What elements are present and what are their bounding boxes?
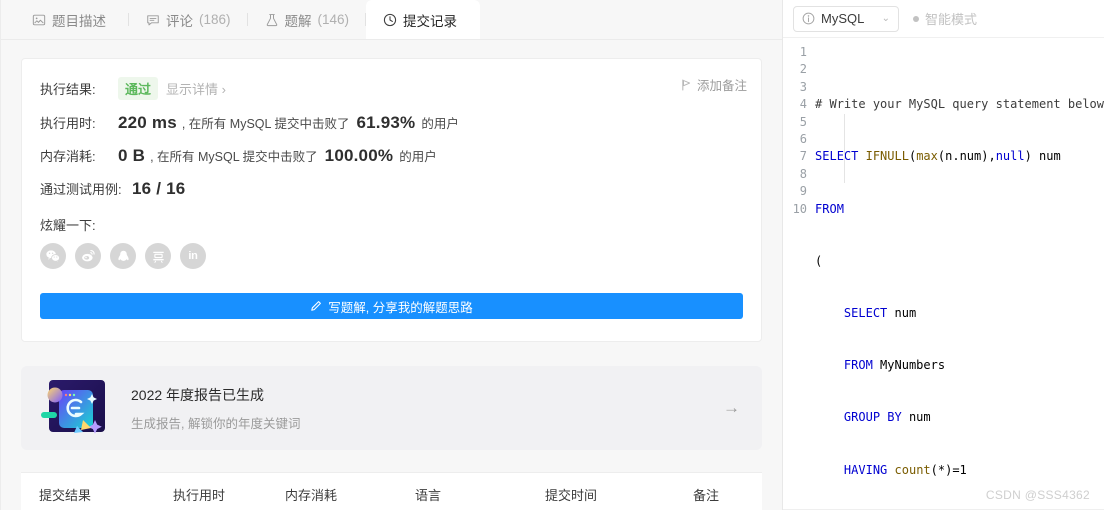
- runtime-percent: 61.93%: [356, 113, 416, 132]
- pencil-icon: [310, 300, 322, 312]
- annual-report-banner[interactable]: 2022 年度报告已生成 生成报告, 解锁你的年度关键词 →: [21, 366, 763, 450]
- line-number: 3: [799, 79, 808, 94]
- tab-comments[interactable]: 评论 (186): [129, 0, 248, 39]
- left-scroll-body: 添加备注 执行结果: 通过 显示详情 › 执行用时: 220 ms , 在所有 …: [1, 40, 782, 510]
- banner-text: 2022 年度报告已生成 生成报告, 解锁你的年度关键词: [131, 385, 723, 432]
- testcase-value: 16 / 16: [132, 179, 186, 198]
- column-header-runtime: 执行用时: [173, 488, 226, 503]
- douban-icon[interactable]: [145, 243, 171, 269]
- show-detail-link[interactable]: 显示详情 ›: [166, 79, 226, 98]
- tab-label: 题目描述: [52, 13, 106, 29]
- weibo-icon[interactable]: [75, 243, 101, 269]
- tab-count: (186): [199, 12, 231, 27]
- tab-submissions[interactable]: 提交记录: [366, 0, 481, 39]
- line-number: 8: [799, 166, 808, 181]
- code-editor[interactable]: 1 2 3 4 5 6 7 8 9 10 # Write your MySQL …: [783, 38, 1104, 510]
- qq-icon[interactable]: [110, 243, 136, 269]
- tab-description[interactable]: 题目描述: [15, 0, 129, 39]
- code-line: FROM MyNumbers: [843, 358, 946, 373]
- smart-mode-label: 智能模式: [925, 12, 978, 27]
- code-editor-pane: MySQL ⌄ 智能模式 1 2 3 4 5 6 7 8 9 10 # Writ…: [783, 0, 1104, 510]
- info-icon: [802, 12, 815, 25]
- line-number: 1: [799, 45, 808, 59]
- left-pane: 题目描述 评论 (186) 题解 (146) 提交记录 添加备注 执行结果: 通…: [0, 0, 784, 510]
- annual-report-illustration: [33, 376, 115, 440]
- code-line: SELECT num: [843, 306, 917, 321]
- flask-icon: [265, 13, 279, 27]
- runtime-prefix: , 在所有 MySQL 提交中击败了: [181, 117, 350, 131]
- code-line: # Write your MySQL query statement below: [815, 97, 1104, 112]
- testcase-row: 通过测试用例: 16 / 16: [40, 179, 743, 199]
- linkedin-label: in: [188, 250, 198, 262]
- tab-solutions[interactable]: 题解 (146): [248, 0, 367, 39]
- runtime-label: 执行用时:: [40, 116, 96, 131]
- banner-subtitle: 生成报告, 解锁你的年度关键词: [131, 416, 301, 431]
- memory-percent: 100.00%: [324, 146, 394, 165]
- watermark: CSDN @SSS4362: [985, 488, 1090, 502]
- status-dot-icon: [913, 15, 920, 22]
- flag-icon: [681, 78, 692, 91]
- language-select[interactable]: MySQL ⌄: [793, 5, 900, 32]
- banner-title: 2022 年度报告已生成: [131, 386, 265, 403]
- memory-prefix: , 在所有 MySQL 提交中击败了: [150, 150, 318, 164]
- arrow-right-icon[interactable]: →: [723, 398, 740, 418]
- column-header-time: 提交时间: [545, 488, 598, 503]
- description-icon: [32, 13, 46, 27]
- runtime-row: 执行用时: 220 ms , 在所有 MySQL 提交中击败了 61.93% 的…: [40, 113, 743, 133]
- editor-toolbar: MySQL ⌄ 智能模式: [783, 0, 1104, 38]
- tab-label: 题解: [284, 13, 312, 29]
- line-number: 10: [792, 201, 808, 216]
- line-number: 5: [799, 114, 808, 129]
- write-solution-label: 写题解, 分享我的解题思路: [328, 300, 473, 315]
- line-number: 9: [799, 184, 808, 199]
- result-status-row: 执行结果: 通过 显示详情 ›: [40, 77, 743, 100]
- share-icon-row: in: [40, 243, 743, 269]
- code-line: SELECT IFNULL(max(n.num),null) num: [815, 149, 1061, 164]
- line-number: 7: [799, 149, 808, 164]
- line-number: 2: [799, 62, 808, 77]
- memory-value: 0 B: [118, 146, 146, 165]
- line-number: 4: [799, 97, 808, 112]
- chevron-down-icon: ⌄: [881, 13, 891, 24]
- indent-guide: [844, 113, 846, 184]
- clock-icon: [383, 13, 397, 27]
- smart-mode-toggle[interactable]: 智能模式: [913, 9, 977, 28]
- memory-row: 内存消耗: 0 B , 在所有 MySQL 提交中击败了 100.00% 的用户: [40, 146, 743, 166]
- memory-label: 内存消耗:: [40, 149, 96, 164]
- runtime-value: 220 ms: [118, 113, 177, 132]
- code-line: GROUP BY num: [843, 410, 931, 425]
- tab-label: 评论: [166, 13, 193, 29]
- column-header-result: 提交结果: [39, 488, 92, 503]
- linkedin-icon[interactable]: in: [180, 243, 206, 269]
- code-line: HAVING count(*)=1: [843, 462, 967, 477]
- add-note-button[interactable]: 添加备注: [681, 75, 747, 94]
- language-label: MySQL: [821, 11, 865, 26]
- write-solution-button[interactable]: 写题解, 分享我的解题思路: [40, 293, 744, 319]
- submissions-table: 提交结果 执行用时 内存消耗 语言 提交时间 备注 通过 220 ms 0 B …: [21, 472, 763, 510]
- tab-bar: 题目描述 评论 (186) 题解 (146) 提交记录: [1, 0, 783, 40]
- column-header-note: 备注: [693, 488, 720, 503]
- share-label: 炫耀一下:: [40, 218, 96, 233]
- add-note-label: 添加备注: [697, 79, 748, 93]
- status-badge: 通过: [118, 77, 159, 100]
- table-header-row: 提交结果 执行用时 内存消耗 语言 提交时间 备注: [21, 473, 762, 510]
- code-lines[interactable]: # Write your MySQL query statement below…: [815, 44, 1104, 510]
- column-header-memory: 内存消耗: [285, 488, 338, 503]
- code-line: FROM: [815, 201, 844, 216]
- line-number: 6: [799, 131, 808, 146]
- memory-suffix: 的用户: [399, 150, 437, 164]
- result-label: 执行结果:: [40, 82, 96, 97]
- testcase-label: 通过测试用例:: [40, 182, 122, 197]
- execution-result-card: 添加备注 执行结果: 通过 显示详情 › 执行用时: 220 ms , 在所有 …: [21, 58, 763, 342]
- column-header-language: 语言: [415, 488, 442, 503]
- wechat-icon[interactable]: [40, 243, 66, 269]
- comment-icon: [146, 13, 160, 27]
- tab-label: 提交记录: [403, 13, 458, 29]
- line-number-gutter: 1 2 3 4 5 6 7 8 9 10: [783, 44, 815, 510]
- submission-page: 题目描述 评论 (186) 题解 (146) 提交记录 添加备注 执行结果: 通…: [0, 0, 1104, 510]
- tab-count: (146): [317, 12, 350, 27]
- code-line: (: [815, 253, 823, 268]
- runtime-suffix: 的用户: [421, 117, 459, 131]
